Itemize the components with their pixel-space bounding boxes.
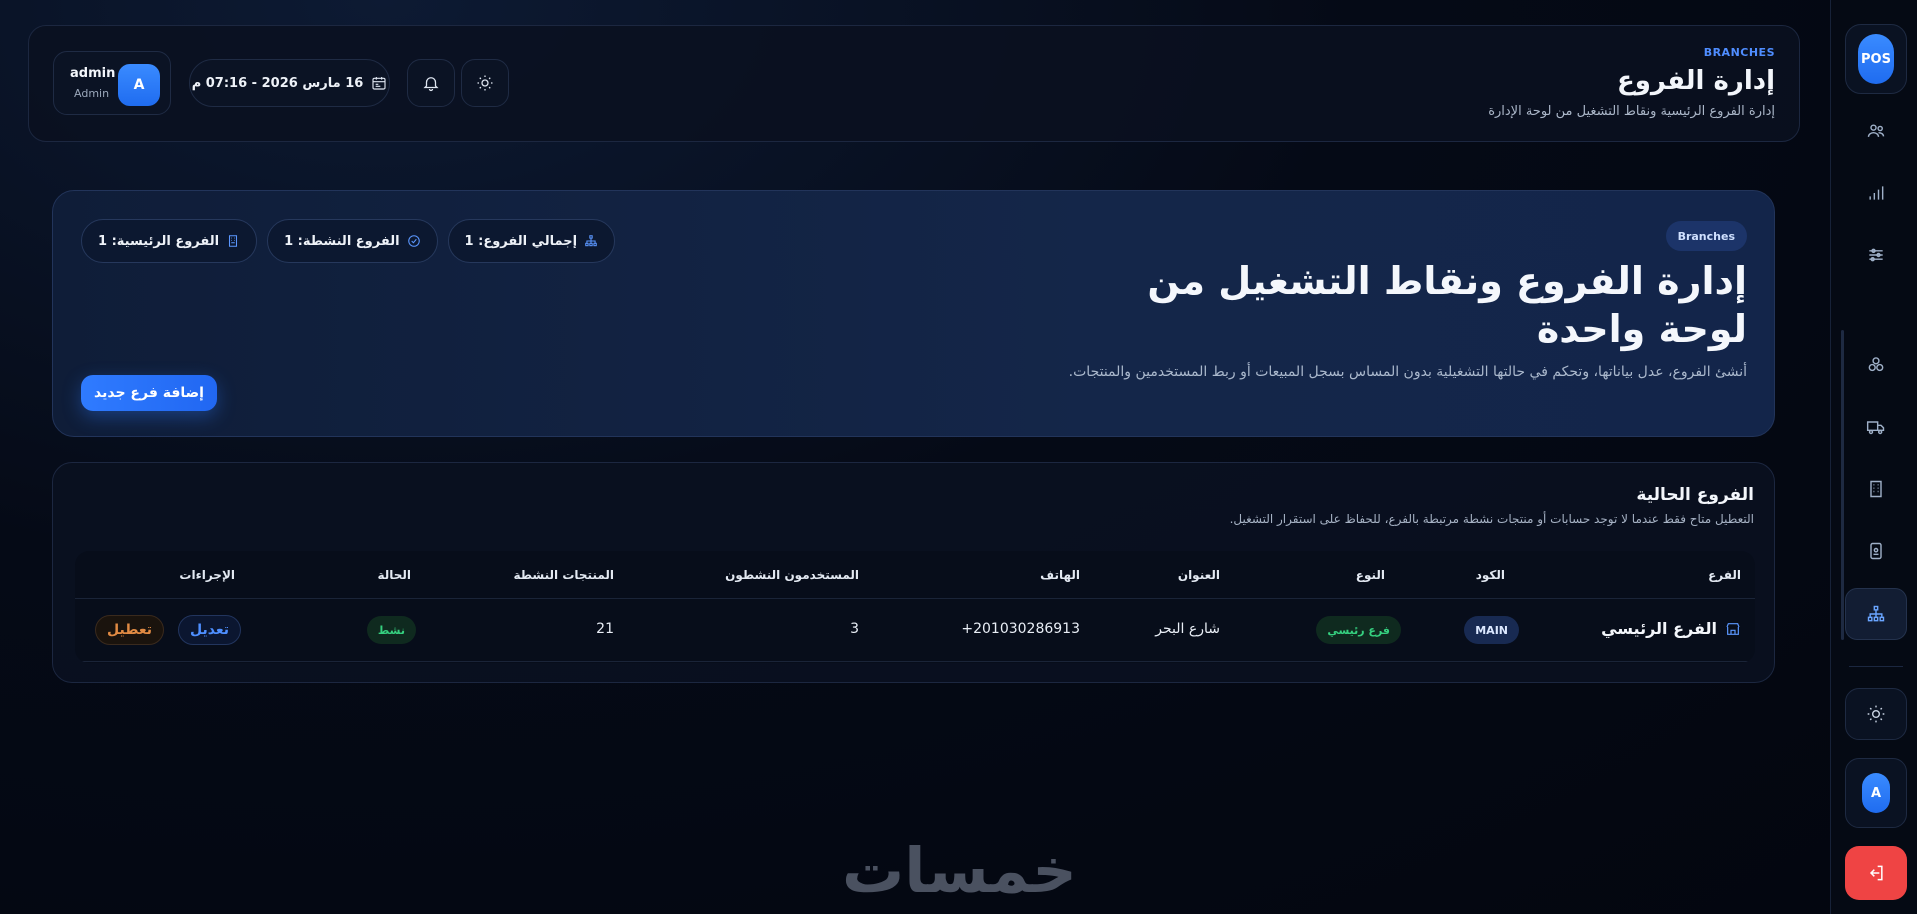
datetime-display: 16 مارس 2026 - 07:16 م — [189, 59, 390, 107]
store-icon — [1726, 622, 1740, 635]
sidebar-scrollbar[interactable] — [1841, 330, 1844, 640]
sidebar-theme-toggle[interactable] — [1845, 688, 1907, 740]
branch-type-badge: فرع رئيسي — [1316, 616, 1401, 644]
add-branch-button[interactable]: إضافة فرع جديد — [81, 375, 217, 411]
branch-name-text: الفرع الرئيسي — [1601, 619, 1717, 638]
sliders-icon — [1869, 248, 1883, 262]
sidebar-item-suppliers[interactable] — [1854, 405, 1898, 449]
bell-icon — [423, 77, 439, 92]
table-title: الفروع الحالية — [1636, 485, 1754, 505]
disable-branch-button[interactable]: تعطيل — [94, 615, 164, 645]
sidebar-divider — [1849, 666, 1903, 667]
branch-active-users: 3 — [850, 621, 859, 637]
sidebar-item-settings[interactable] — [1854, 233, 1898, 277]
col-active-users: المستخدمون النشطون — [725, 568, 859, 582]
calendar-icon — [372, 77, 386, 90]
sidebar-item-employees[interactable] — [1854, 529, 1898, 573]
logout-icon — [1869, 865, 1883, 881]
pos-logo-text: POS — [1858, 34, 1894, 84]
sidebar-avatar: A — [1862, 773, 1890, 813]
branch-name-cell: الفرع الرئيسي — [1601, 619, 1741, 638]
branches-icon — [585, 235, 597, 247]
stat-active-label: الفروع النشطة: 1 — [284, 233, 400, 249]
sun-icon — [477, 75, 493, 91]
truck-icon — [1866, 421, 1885, 435]
page-subtitle: إدارة الفروع الرئيسية ونقاط التشغيل من ل… — [1488, 104, 1775, 119]
sun-icon — [1867, 705, 1885, 723]
datetime-text: 16 مارس 2026 - 07:16 م — [191, 75, 364, 91]
user-name: admin — [70, 66, 116, 81]
sidebar: POS A — [1830, 0, 1917, 914]
table-subtitle: التعطيل متاح فقط عندما لا توجد حسابات أو… — [1229, 512, 1754, 526]
hero-stats: الفروع الرئيسية: 1 الفروع النشطة: 1 إجما… — [81, 219, 616, 263]
sidebar-item-stores[interactable] — [1854, 467, 1898, 511]
sidebar-profile[interactable]: A — [1845, 758, 1907, 828]
col-type: النوع — [1355, 568, 1385, 582]
notifications-button[interactable] — [407, 59, 455, 107]
user-role: Admin — [74, 87, 110, 100]
col-actions: الإجراءات — [179, 568, 235, 582]
users-icon — [1867, 124, 1885, 137]
sidebar-item-users[interactable] — [1854, 109, 1898, 153]
table-header: الفرع الكود النوع العنوان الهاتف المستخد… — [75, 551, 1755, 599]
theme-toggle-button[interactable] — [461, 59, 509, 107]
branches-icon — [1867, 605, 1885, 622]
pos-logo[interactable]: POS — [1845, 24, 1907, 94]
stat-total-branches: إجمالي الفروع: 1 — [447, 219, 616, 263]
hero-badge: Branches — [1665, 221, 1747, 251]
branch-code-badge: MAIN — [1464, 616, 1519, 644]
hero-description: أنشئ الفروع، عدل بياناتها، وتحكم في حالت… — [1068, 364, 1747, 380]
edit-branch-button[interactable]: تعديل — [178, 615, 241, 645]
logout-button[interactable] — [1845, 846, 1907, 900]
col-branch: الفرع — [1708, 568, 1741, 582]
chart-icon — [1869, 186, 1884, 200]
stat-main-branches: الفروع الرئيسية: 1 — [81, 219, 258, 263]
col-phone: الهاتف — [1040, 568, 1080, 582]
stat-active-branches: الفروع النشطة: 1 — [267, 219, 438, 263]
page-title: إدارة الفروع — [1616, 66, 1775, 96]
sidebar-item-products[interactable] — [1854, 343, 1898, 387]
col-address: العنوان — [1177, 568, 1220, 582]
sidebar-item-branches[interactable] — [1845, 588, 1907, 640]
branch-phone: +201030286913 — [961, 621, 1080, 637]
watermark-logo: خمسات — [842, 834, 1079, 907]
avatar: A — [118, 64, 160, 106]
branches-table: الفرع الكود النوع العنوان الهاتف المستخد… — [75, 551, 1755, 663]
building-icon — [229, 235, 238, 247]
user-menu[interactable]: A admin Admin — [53, 51, 171, 115]
check-circle-icon — [407, 235, 420, 247]
branches-table-card: الفروع الحالية التعطيل متاح فقط عندما لا… — [52, 462, 1775, 683]
status-badge: نشط — [366, 616, 416, 644]
col-code: الكود — [1475, 568, 1505, 582]
badge-icon — [1870, 542, 1882, 560]
page-header: BRANCHES إدارة الفروع إدارة الفروع الرئي… — [28, 25, 1800, 142]
branch-active-products: 21 — [596, 621, 614, 637]
col-active-products: المنتجات النشطة — [513, 568, 614, 582]
boxes-icon — [1868, 357, 1884, 372]
stat-total-label: إجمالي الفروع: 1 — [464, 233, 578, 249]
sidebar-item-reports[interactable] — [1854, 171, 1898, 215]
stat-main-label: الفروع الرئيسية: 1 — [98, 233, 220, 249]
header-eyebrow: BRANCHES — [1703, 46, 1775, 59]
hero-title: إدارة الفروع ونقاط التشغيل من لوحة واحدة — [1147, 259, 1747, 351]
col-status: الحالة — [377, 568, 411, 582]
branch-address: شارع البحر — [1155, 621, 1220, 637]
hero-card: Branches إدارة الفروع ونقاط التشغيل من ل… — [52, 190, 1775, 437]
building-icon — [1870, 480, 1882, 498]
table-row: الفرع الرئيسي MAIN فرع رئيسي شارع البحر … — [75, 599, 1755, 662]
